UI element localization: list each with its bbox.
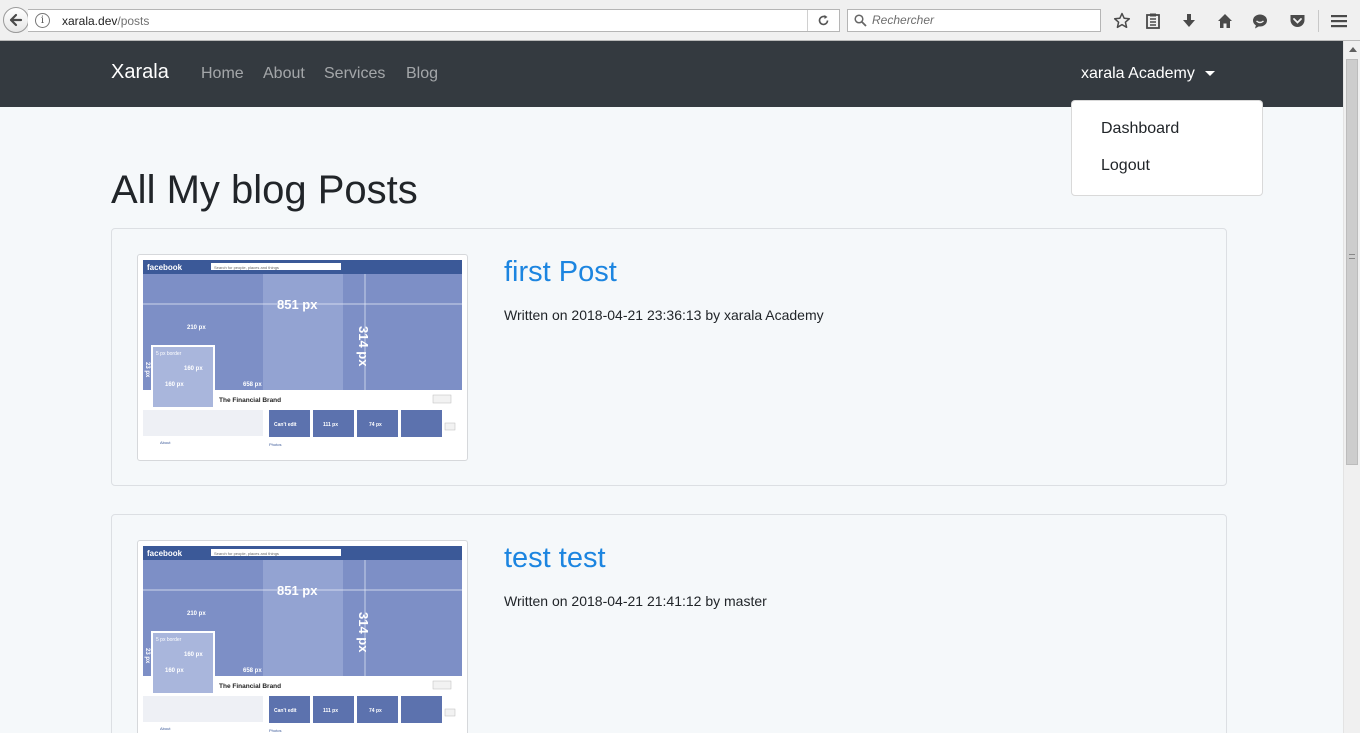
page-title: All My blog Posts [111, 168, 418, 212]
scrollbar-thumb[interactable] [1346, 59, 1358, 465]
svg-text:The Financial Brand: The Financial Brand [219, 397, 281, 404]
svg-text:658 px: 658 px [243, 668, 262, 674]
svg-text:314 px: 314 px [356, 326, 371, 367]
svg-text:74 px: 74 px [369, 708, 382, 714]
search-bar[interactable] [847, 9, 1101, 32]
chat-icon[interactable] [1249, 10, 1271, 32]
svg-text:74 px: 74 px [369, 422, 382, 428]
facebook-cover-dimensions-image: facebook Search for people, places and t… [143, 546, 462, 733]
reading-list-icon[interactable] [1142, 10, 1164, 32]
caret-down-icon [1204, 70, 1215, 76]
svg-text:About: About [160, 440, 171, 445]
post-title-link[interactable]: first Post [504, 256, 617, 289]
search-input[interactable] [872, 13, 1092, 27]
svg-text:The Financial Brand: The Financial Brand [219, 683, 281, 690]
home-icon[interactable] [1214, 10, 1236, 32]
svg-text:160 px: 160 px [184, 366, 203, 372]
svg-text:About: About [160, 726, 171, 731]
svg-text:210 px: 210 px [187, 611, 206, 617]
svg-text:160 px: 160 px [165, 668, 184, 674]
svg-text:Photos: Photos [269, 728, 281, 733]
svg-text:facebook: facebook [147, 549, 183, 558]
url-text[interactable]: xarala.dev/posts [62, 14, 149, 28]
post-meta: Written on 2018-04-21 21:41:12 by master [504, 593, 767, 609]
nav-link-home[interactable]: Home [201, 65, 244, 83]
post-card: facebook Search for people, places and t… [111, 228, 1227, 486]
pocket-icon[interactable] [1286, 10, 1308, 32]
svg-text:5 px border: 5 px border [156, 351, 182, 357]
svg-text:facebook: facebook [147, 263, 183, 272]
svg-text:111 px: 111 px [323, 708, 338, 714]
back-button[interactable] [3, 7, 29, 33]
svg-text:23 px: 23 px [144, 648, 150, 664]
user-name: xarala Academy [1081, 65, 1195, 82]
brand-logo[interactable]: Xarala [111, 61, 169, 84]
browser-toolbar: i xarala.dev/posts [0, 0, 1360, 41]
svg-text:111 px: 111 px [323, 422, 338, 428]
info-icon[interactable]: i [35, 13, 50, 28]
reload-button[interactable] [807, 10, 839, 31]
svg-text:Can't edit: Can't edit [274, 708, 297, 714]
menu-icon[interactable] [1328, 10, 1350, 32]
post-thumbnail[interactable]: facebook Search for people, places and t… [137, 254, 468, 461]
reload-icon [818, 15, 829, 26]
user-dropdown-menu: Dashboard Logout [1071, 100, 1263, 196]
svg-text:23 px: 23 px [144, 362, 150, 378]
facebook-cover-dimensions-image: facebook Search for people, places and t… [143, 260, 462, 455]
download-icon[interactable] [1178, 10, 1200, 32]
svg-text:Search for people, places and: Search for people, places and things [214, 551, 279, 556]
svg-text:314 px: 314 px [356, 612, 371, 653]
post-meta: Written on 2018-04-21 23:36:13 by xarala… [504, 307, 824, 323]
post-title-link[interactable]: test test [504, 542, 606, 575]
dropdown-item-logout[interactable]: Logout [1101, 157, 1150, 175]
svg-text:851 px: 851 px [277, 583, 318, 598]
svg-text:Can't edit: Can't edit [274, 422, 297, 428]
svg-text:Photos: Photos [269, 442, 281, 447]
address-bar[interactable]: i xarala.dev/posts [28, 9, 840, 32]
nav-link-about[interactable]: About [263, 65, 305, 83]
svg-text:210 px: 210 px [187, 325, 206, 331]
star-icon[interactable] [1111, 10, 1133, 32]
svg-text:Search for people, places and: Search for people, places and things [214, 265, 279, 270]
scroll-up-arrow-icon[interactable] [1344, 41, 1360, 58]
svg-text:658 px: 658 px [243, 382, 262, 388]
nav-link-blog[interactable]: Blog [406, 65, 438, 83]
search-icon [854, 14, 867, 27]
back-arrow-icon [9, 13, 23, 27]
svg-text:5 px border: 5 px border [156, 637, 182, 643]
svg-text:851 px: 851 px [277, 297, 318, 312]
post-thumbnail[interactable]: facebook Search for people, places and t… [137, 540, 468, 733]
nav-link-services[interactable]: Services [324, 65, 385, 83]
post-card: facebook Search for people, places and t… [111, 514, 1227, 733]
vertical-scrollbar[interactable] [1343, 41, 1360, 733]
user-menu-toggle[interactable]: xarala Academy [1081, 65, 1215, 83]
svg-text:160 px: 160 px [165, 382, 184, 388]
toolbar-separator [1318, 10, 1319, 32]
svg-text:160 px: 160 px [184, 652, 203, 658]
dropdown-item-dashboard[interactable]: Dashboard [1101, 120, 1179, 138]
site-navbar: Xarala Home About Services Blog xarala A… [0, 41, 1343, 107]
